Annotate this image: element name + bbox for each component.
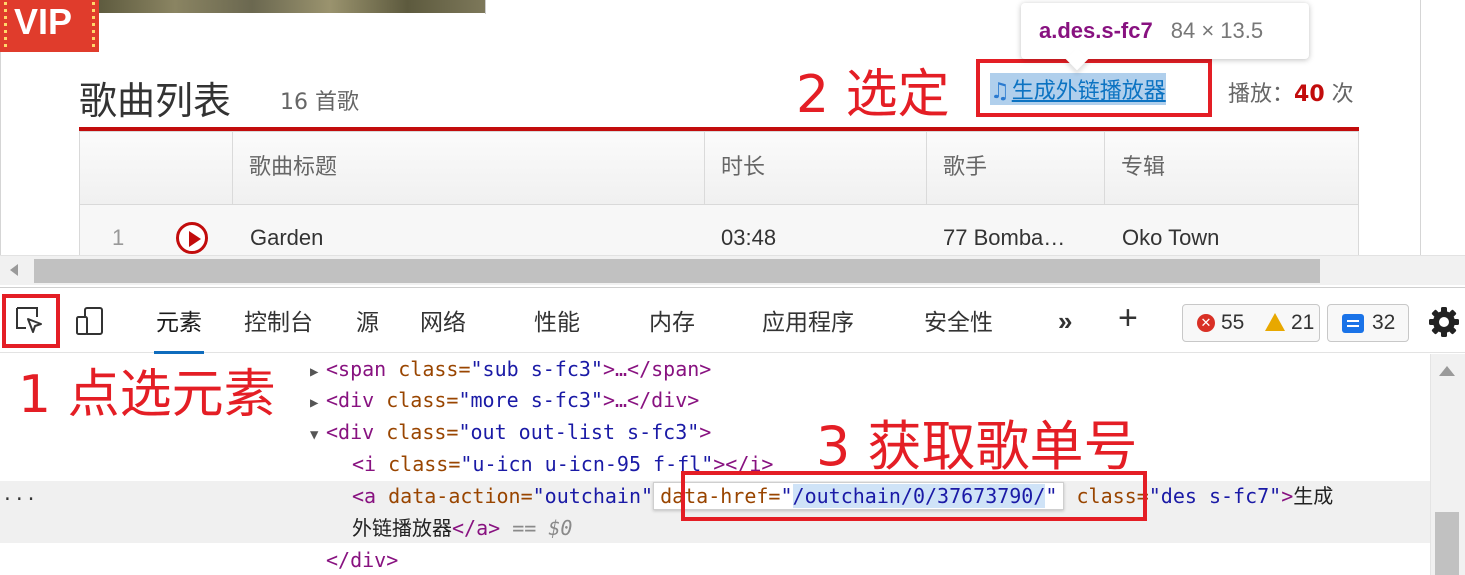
node-text: 外链播放器 bbox=[352, 516, 452, 540]
tab-console[interactable]: 控制台 bbox=[244, 288, 313, 354]
annotation-highlight-box-outchain bbox=[976, 59, 1212, 117]
message-count: 32 bbox=[1372, 311, 1396, 334]
dom-node-div-more[interactable]: ▶ <div class="more s-fc3">…</div> bbox=[310, 385, 699, 415]
header-cell-duration: 时长 bbox=[704, 132, 926, 204]
play-count-unit: 次 bbox=[1324, 82, 1354, 107]
play-count: 播放：40 次 bbox=[1228, 76, 1354, 108]
tooltip-size: 84 × 13.5 bbox=[1170, 18, 1264, 43]
dom-node-span[interactable]: ▶ <span class="sub s-fc3">…</span> bbox=[310, 354, 711, 384]
expand-triangle-icon[interactable]: ▶ bbox=[310, 357, 326, 387]
attr-value: "outchain" bbox=[532, 484, 654, 508]
tag-close: </div> bbox=[326, 548, 399, 572]
attr-value: "u-icn u-icn-95 f-fl" bbox=[460, 452, 714, 476]
scroll-up-icon[interactable] bbox=[1439, 366, 1455, 376]
expand-triangle-icon[interactable]: ▶ bbox=[310, 388, 326, 418]
tag-open: <i bbox=[352, 452, 377, 476]
console-ref: == $0 bbox=[500, 516, 573, 540]
tag-open: <span bbox=[326, 357, 387, 381]
annotation-step-1: 1 点选元素 bbox=[18, 365, 276, 425]
tab-application[interactable]: 应用程序 bbox=[762, 288, 854, 354]
song-table-header: 歌曲标题 时长 歌手 专辑 bbox=[79, 131, 1359, 205]
tag-open: <div bbox=[326, 420, 375, 444]
song-artist[interactable]: 77 Bomba… bbox=[943, 225, 1065, 251]
horizontal-scrollbar[interactable] bbox=[0, 255, 1465, 285]
playlist-cover-image[interactable] bbox=[96, 0, 486, 16]
more-tabs-icon[interactable]: » bbox=[1058, 306, 1072, 337]
tab-memory[interactable]: 内存 bbox=[649, 288, 695, 354]
play-count-label: 播放： bbox=[1228, 82, 1295, 107]
error-icon: ✕ bbox=[1197, 314, 1215, 332]
issues-counter[interactable]: ✕ 55 21 bbox=[1182, 304, 1320, 342]
annotation-highlight-box-inspect bbox=[2, 294, 60, 348]
add-tab-button[interactable]: + bbox=[1118, 300, 1138, 336]
attr-name: data-action= bbox=[376, 484, 533, 508]
tag-close: >…</div> bbox=[602, 388, 700, 412]
row-index: 1 bbox=[112, 225, 125, 250]
messages-counter[interactable]: 32 bbox=[1327, 304, 1409, 342]
song-list-title: 歌曲列表 bbox=[79, 79, 232, 123]
dom-node-div-out[interactable]: ▼ <div class="out out-list s-fc3"> bbox=[310, 417, 711, 447]
device-emulation-icon[interactable] bbox=[74, 305, 106, 337]
gear-icon[interactable] bbox=[1428, 306, 1460, 338]
dom-node-a-text[interactable]: 外链播放器</a> == $0 bbox=[352, 513, 572, 543]
warning-count: 21 bbox=[1291, 311, 1315, 334]
web-page: VIP 歌曲列表 16 首歌 ♫生成外链播放器 播放：40 次 a.des.s-… bbox=[0, 0, 1465, 255]
header-cell-artist: 歌手 bbox=[926, 132, 1104, 204]
tag-close: > bbox=[699, 420, 712, 444]
annotation-step-2: 2 选定 bbox=[796, 65, 950, 125]
tag-close: >…</span> bbox=[602, 357, 712, 381]
tab-sources[interactable]: 源 bbox=[356, 288, 379, 354]
page-border bbox=[1420, 0, 1421, 255]
table-row[interactable]: 1 Garden 03:48 77 Bomba… Oko Town bbox=[79, 205, 1359, 255]
song-album[interactable]: Oko Town bbox=[1122, 225, 1219, 251]
tag-open: <a bbox=[352, 484, 377, 508]
vip-badge: VIP bbox=[0, 0, 99, 52]
tooltip-selector: a.des.s-fc7 bbox=[1039, 18, 1153, 43]
message-icon bbox=[1342, 314, 1364, 333]
header-cell-album: 专辑 bbox=[1104, 132, 1358, 204]
attr-value: "out out-list s-fc3" bbox=[458, 420, 700, 444]
scroll-left-icon[interactable] bbox=[10, 264, 18, 276]
tab-elements[interactable]: 元素 bbox=[154, 288, 204, 354]
element-inspect-tooltip: a.des.s-fc7 84 × 13.5 bbox=[1021, 3, 1309, 59]
header-cell-index bbox=[80, 132, 232, 204]
tag-open: <div bbox=[326, 388, 375, 412]
play-icon[interactable] bbox=[176, 222, 208, 254]
scrollbar-thumb[interactable] bbox=[1435, 512, 1459, 575]
node-text: 生成 bbox=[1293, 484, 1334, 508]
devtools-toolbar: 元素 控制台 源 网络 性能 内存 应用程序 安全性 » + ✕ 55 21 3… bbox=[0, 287, 1465, 354]
node-actions-ellipsis[interactable]: ··· bbox=[2, 489, 38, 510]
collapse-triangle-icon[interactable]: ▼ bbox=[310, 420, 326, 450]
error-count: 55 bbox=[1221, 311, 1245, 334]
tab-security[interactable]: 安全性 bbox=[924, 288, 993, 354]
warning-icon bbox=[1265, 313, 1285, 331]
attr-value: "des s-fc7" bbox=[1148, 484, 1282, 508]
attr-name: class= bbox=[374, 388, 459, 412]
attr-name: class= bbox=[374, 420, 459, 444]
tab-performance[interactable]: 性能 bbox=[534, 288, 580, 354]
attr-value: "sub s-fc3" bbox=[470, 357, 603, 381]
play-count-value: 40 bbox=[1294, 82, 1325, 107]
attr-name: class= bbox=[386, 357, 471, 381]
attr-value: "more s-fc3" bbox=[458, 388, 603, 412]
song-title[interactable]: Garden bbox=[250, 225, 323, 251]
song-count: 16 首歌 bbox=[280, 90, 359, 115]
scrollbar-thumb[interactable] bbox=[34, 259, 1320, 283]
tag-close: </a> bbox=[452, 516, 501, 540]
tab-network[interactable]: 网络 bbox=[420, 288, 466, 354]
annotation-step-3: 3 获取歌单号 bbox=[816, 415, 1138, 478]
attr-name: class= bbox=[376, 452, 461, 476]
song-duration: 03:48 bbox=[721, 225, 777, 250]
vertical-scrollbar[interactable] bbox=[1430, 354, 1465, 575]
header-cell-title: 歌曲标题 bbox=[232, 132, 704, 204]
dom-node-div-close[interactable]: </div> bbox=[326, 545, 398, 575]
tag-close: > bbox=[1281, 484, 1294, 508]
